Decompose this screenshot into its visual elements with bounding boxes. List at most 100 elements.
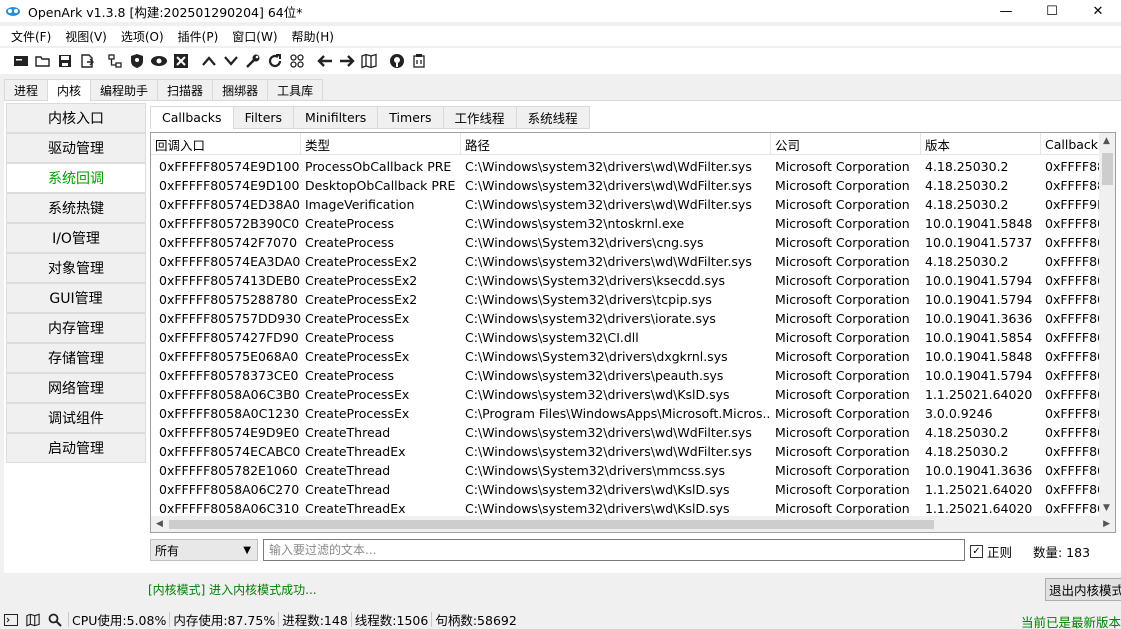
tab-coder[interactable]: 编程助手 bbox=[90, 79, 159, 101]
nav-storage-manager[interactable]: 存储管理 bbox=[6, 343, 146, 373]
table-row[interactable]: 0xFFFFF805742F7070 CreateProcess C:\Window… bbox=[151, 233, 1101, 252]
close-box-icon[interactable] bbox=[170, 50, 192, 72]
console-icon[interactable] bbox=[0, 610, 22, 629]
table-row[interactable]: 0xFFFFF805782E1060 CreateThread C:\Windows… bbox=[151, 461, 1101, 480]
table-cell: C:\Windows\system32\drivers\wd\WdFilter.… bbox=[465, 178, 752, 193]
table-cell: CreateThreadEx bbox=[305, 444, 406, 459]
tab-filters[interactable]: Filters bbox=[232, 106, 295, 129]
nav-memory-manager[interactable]: 内存管理 bbox=[6, 313, 146, 343]
refresh-icon[interactable] bbox=[264, 50, 286, 72]
table-row[interactable]: 0xFFFFF80574E9D9E0 CreateThread C:\Windows… bbox=[151, 423, 1101, 442]
plugin-icon[interactable] bbox=[408, 50, 430, 72]
github-icon[interactable] bbox=[386, 50, 408, 72]
tab-toolkit[interactable]: 工具库 bbox=[267, 79, 324, 101]
table-row[interactable]: 0xFFFFF8058A06C3B0 CreateProcessEx C:\Wind… bbox=[151, 385, 1101, 404]
title-bar: OpenArk v1.3.8 [构建:202501290204] 64位* — … bbox=[0, 0, 1121, 22]
column-header-entry[interactable]: 回调入口 bbox=[151, 133, 301, 155]
tab-minifilters[interactable]: Minifilters bbox=[293, 106, 379, 129]
table-cell: 0xFFFF888 bbox=[1045, 178, 1101, 193]
tab-system-threads[interactable]: 系统线程 bbox=[515, 106, 590, 129]
column-header-path[interactable]: 路径 bbox=[461, 133, 771, 155]
tab-work-threads[interactable]: 工作线程 bbox=[442, 106, 517, 129]
table-cell: Microsoft Corporation bbox=[775, 254, 910, 269]
arrow-down-icon[interactable] bbox=[220, 50, 242, 72]
table-row[interactable]: 0xFFFFF80575288780 CreateProcessEx2 C:\Win… bbox=[151, 290, 1101, 309]
vertical-scrollbar[interactable]: ▲ ▼ bbox=[1099, 133, 1115, 516]
menu-window[interactable]: 窗口(W) bbox=[225, 28, 284, 45]
back-icon[interactable] bbox=[314, 50, 336, 72]
close-button[interactable]: ✕ bbox=[1075, 0, 1121, 22]
table-row[interactable]: 0xFFFFF80575E068A0 CreateProcessEx C:\Wind… bbox=[151, 347, 1101, 366]
wrench-icon[interactable] bbox=[242, 50, 264, 72]
process-tree-icon[interactable] bbox=[104, 50, 126, 72]
export-icon[interactable] bbox=[76, 50, 98, 72]
nav-io-manager[interactable]: I/O管理 bbox=[6, 223, 146, 253]
horizontal-scroll-thumb[interactable] bbox=[169, 520, 934, 529]
table-row[interactable]: 0xFFFFF80574E9D100 DesktopObCallback PRE C… bbox=[151, 176, 1101, 195]
table-body: 0xFFFFF80574E9D100 ProcessObCallback PRE C… bbox=[151, 157, 1101, 518]
folder-open-icon[interactable] bbox=[32, 50, 54, 72]
maximize-button[interactable]: ☐ bbox=[1029, 0, 1075, 22]
nav-network-manager[interactable]: 网络管理 bbox=[6, 373, 146, 403]
nav-gui-manager[interactable]: GUI管理 bbox=[6, 283, 146, 313]
table-row[interactable]: 0xFFFFF80574ED38A0 ImageVerification C:\Wi… bbox=[151, 195, 1101, 214]
table-cell: Microsoft Corporation bbox=[775, 368, 910, 383]
tab-scanner[interactable]: 扫描器 bbox=[157, 79, 214, 101]
table-row[interactable]: 0xFFFFF8058A0C1230 CreateProcessEx C:\Prog… bbox=[151, 404, 1101, 423]
column-header-callback[interactable]: Callback bbox=[1041, 133, 1101, 155]
menu-help[interactable]: 帮助(H) bbox=[285, 28, 341, 45]
table-row[interactable]: 0xFFFFF80572B390C0 CreateProcess C:\Window… bbox=[151, 214, 1101, 233]
regex-checkbox[interactable]: ✓ 正则 bbox=[970, 542, 1012, 561]
menu-view[interactable]: 视图(V) bbox=[58, 28, 114, 45]
table-row[interactable]: 0xFFFFF80578373CE0 CreateProcess C:\Window… bbox=[151, 366, 1101, 385]
scroll-up-icon[interactable]: ▲ bbox=[1103, 136, 1110, 146]
console-icon[interactable] bbox=[10, 50, 32, 72]
arrow-up-icon[interactable] bbox=[198, 50, 220, 72]
table-row[interactable]: 0xFFFFF80574EA3DA0 CreateProcessEx2 C:\Win… bbox=[151, 252, 1101, 271]
forward-icon[interactable] bbox=[336, 50, 358, 72]
table-cell: CreateProcess bbox=[305, 330, 394, 345]
table-row[interactable]: 0xFFFFF8058A06C270 CreateThread C:\Windows… bbox=[151, 480, 1101, 499]
table-row[interactable]: 0xFFFFF8057427FD90 CreateProcess C:\Window… bbox=[151, 328, 1101, 347]
nav-system-hotkeys[interactable]: 系统热键 bbox=[6, 193, 146, 223]
menu-file[interactable]: 文件(F) bbox=[4, 28, 58, 45]
column-header-type[interactable]: 类型 bbox=[301, 133, 461, 155]
tab-timers[interactable]: Timers bbox=[377, 106, 444, 129]
minimize-button[interactable]: — bbox=[983, 0, 1029, 22]
nav-driver-manager[interactable]: 驱动管理 bbox=[6, 133, 146, 163]
scroll-left-icon[interactable]: ◀ bbox=[156, 519, 163, 529]
horizontal-scrollbar[interactable]: ◀ ▶ bbox=[151, 516, 1115, 532]
table-row[interactable]: 0xFFFFF80574ECABC0 CreateThreadEx C:\Windo… bbox=[151, 442, 1101, 461]
tab-process[interactable]: 进程 bbox=[4, 79, 49, 101]
menu-options[interactable]: 选项(O) bbox=[114, 28, 171, 45]
filter-input[interactable] bbox=[263, 539, 965, 561]
column-header-version[interactable]: 版本 bbox=[921, 133, 1041, 155]
nav-object-manager[interactable]: 对象管理 bbox=[6, 253, 146, 283]
scroll-down-icon[interactable]: ▼ bbox=[1103, 503, 1110, 513]
nav-debug-components[interactable]: 调试组件 bbox=[6, 403, 146, 433]
menu-plugins[interactable]: 插件(P) bbox=[171, 28, 226, 45]
checkbox-checked-icon[interactable]: ✓ bbox=[970, 545, 983, 558]
eye-icon[interactable] bbox=[148, 50, 170, 72]
table-row[interactable]: 0xFFFFF805757DD930 CreateProcessEx C:\Wind… bbox=[151, 309, 1101, 328]
nav-kernel-entry[interactable]: 内核入口 bbox=[6, 103, 146, 133]
scroll-right-icon[interactable]: ▶ bbox=[1103, 519, 1110, 529]
shield-icon[interactable] bbox=[126, 50, 148, 72]
tab-bundler[interactable]: 捆绑器 bbox=[212, 79, 269, 101]
nav-system-callbacks[interactable]: 系统回调 bbox=[6, 163, 146, 193]
table-cell: 10.0.19041.5794 bbox=[925, 368, 1033, 383]
column-header-company[interactable]: 公司 bbox=[771, 133, 921, 155]
table-row[interactable]: 0xFFFFF80574E9D100 ProcessObCallback PRE C… bbox=[151, 157, 1101, 176]
search-icon[interactable] bbox=[44, 610, 66, 629]
vertical-scroll-thumb[interactable] bbox=[1102, 153, 1113, 185]
map-icon[interactable] bbox=[358, 50, 380, 72]
nav-startup-manager[interactable]: 启动管理 bbox=[6, 433, 146, 463]
filter-scope-select[interactable]: 所有 ▼ bbox=[150, 539, 258, 561]
exit-kernel-mode-button[interactable]: 退出内核模式 bbox=[1045, 578, 1121, 601]
map-icon[interactable] bbox=[22, 610, 44, 629]
grid-icon[interactable] bbox=[286, 50, 308, 72]
save-icon[interactable] bbox=[54, 50, 76, 72]
tab-kernel[interactable]: 内核 bbox=[47, 79, 92, 102]
table-row[interactable]: 0xFFFFF8057413DEB0 CreateProcessEx2 C:\Win… bbox=[151, 271, 1101, 290]
tab-callbacks[interactable]: Callbacks bbox=[150, 106, 234, 129]
